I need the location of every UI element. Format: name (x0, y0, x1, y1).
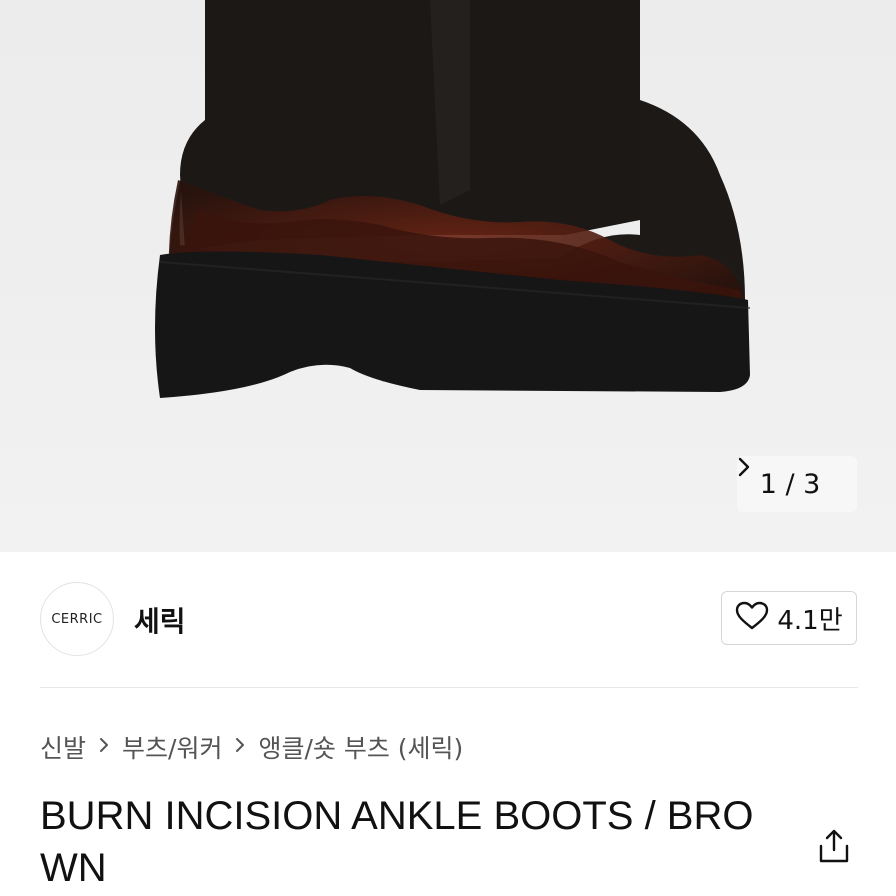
image-pager[interactable]: 1 / 3 (737, 456, 857, 512)
product-image-gallery[interactable]: 1 / 3 (0, 0, 896, 552)
share-button[interactable] (812, 826, 856, 870)
divider (40, 687, 858, 688)
brand-logo[interactable]: CERRIC (40, 582, 114, 656)
like-count: 4.1만 (777, 605, 843, 636)
breadcrumb-item-shoes[interactable]: 신발 (40, 729, 86, 765)
brand-row: CERRIC 세릭 4.1만 (40, 582, 858, 656)
brand-logo-text: CERRIC (51, 611, 103, 627)
breadcrumb-item-ankle-boots[interactable]: 앵클/숏 부츠 (세릭) (258, 729, 463, 765)
heart-icon (735, 601, 769, 635)
chevron-right-icon (98, 735, 110, 760)
breadcrumb: 신발 부츠/워커 앵클/숏 부츠 (세릭) (40, 727, 463, 767)
brand-name[interactable]: 세릭 (134, 600, 186, 640)
product-title: BURN INCISION ANKLE BOOTS / BROWN (40, 794, 754, 890)
like-button[interactable]: 4.1만 (721, 591, 857, 645)
chevron-right-icon (234, 735, 246, 760)
breadcrumb-item-boots[interactable]: 부츠/워커 (122, 729, 222, 765)
pager-counter: 1 / 3 (759, 468, 821, 500)
share-icon (817, 828, 851, 868)
